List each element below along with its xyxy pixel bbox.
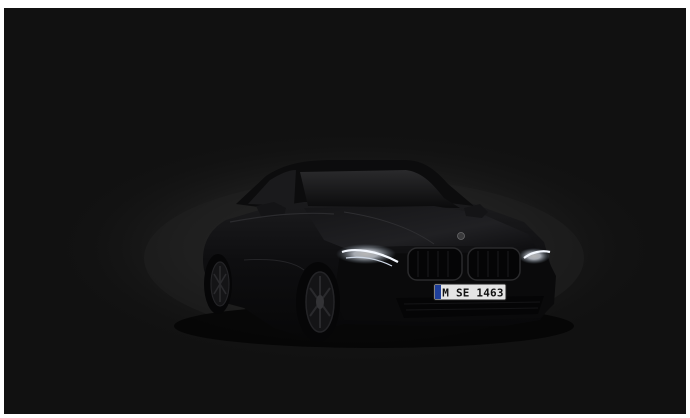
license-plate: M SE 1463 [433, 283, 507, 301]
grille-left [407, 247, 463, 281]
car-scene: M SE 1463 [46, 128, 666, 368]
bmw-badge [457, 232, 465, 240]
license-plate-text: M SE 1463 [442, 287, 503, 300]
front-wheel [296, 262, 340, 342]
grille-right [467, 247, 521, 281]
left-headlight-glow [336, 244, 396, 264]
rear-wheel [204, 254, 232, 314]
image-frame: M SE 1463 [4, 8, 686, 414]
